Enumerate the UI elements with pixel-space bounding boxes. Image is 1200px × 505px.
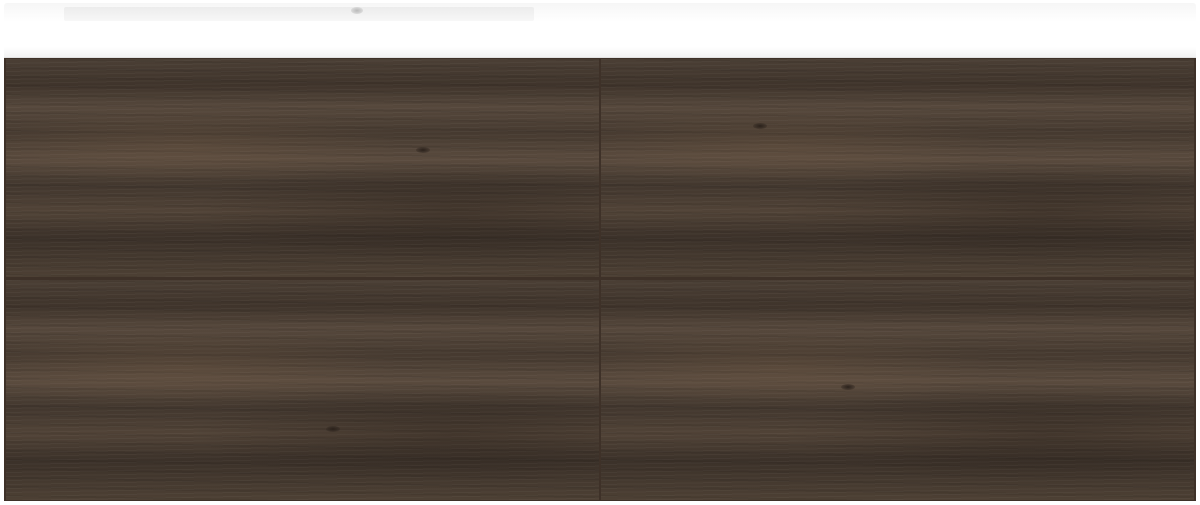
wood-knot <box>841 384 855 390</box>
tap-hole <box>351 7 363 14</box>
wood-knot <box>753 123 767 129</box>
drawer-bottom-left <box>6 280 599 500</box>
vanity-product-image <box>0 0 1200 505</box>
wood-knot <box>416 147 430 153</box>
vanity-cabinet <box>4 58 1196 501</box>
wood-knot <box>326 426 340 432</box>
drawer-bottom-right <box>601 280 1194 500</box>
basin-recess <box>64 7 534 21</box>
drawer-top-left <box>6 59 599 277</box>
drawer-top-right <box>601 59 1194 277</box>
sink-top <box>4 3 1196 58</box>
